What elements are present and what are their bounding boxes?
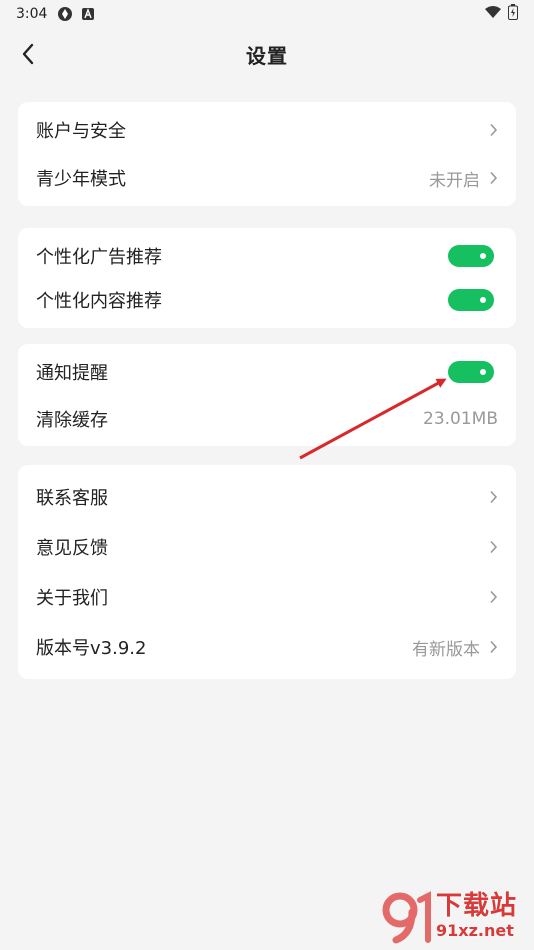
teen-mode-label: 青少年模式 — [36, 169, 126, 190]
chevron-right-icon — [484, 123, 498, 137]
content-recommend-toggle[interactable] — [448, 289, 494, 311]
contact-label: 联系客服 — [36, 488, 108, 509]
back-button[interactable] — [14, 40, 42, 68]
version-label: 版本号v3.9.2 — [36, 638, 147, 659]
page-title: 设置 — [246, 43, 288, 68]
toggle-knob — [480, 368, 486, 375]
status-bar: 3:04 — [0, 0, 534, 28]
app-notification-icon — [57, 6, 73, 22]
account-security-row[interactable]: 账户与安全 — [18, 106, 516, 154]
version-row[interactable]: 版本号v3.9.2 有新版本 — [18, 622, 516, 672]
header: 设置 — [0, 28, 534, 80]
feedback-row[interactable]: 意见反馈 — [18, 522, 516, 572]
about-card: 联系客服 意见反馈 关于我们 版本号v3.9.2 有新版本 — [18, 465, 516, 679]
notification-label: 通知提醒 — [36, 362, 108, 384]
content-recommend-label: 个性化内容推荐 — [36, 291, 162, 312]
keyboard-notification-icon — [81, 7, 95, 21]
feedback-label: 意见反馈 — [36, 538, 108, 559]
teen-mode-value: 未开启 — [429, 170, 480, 191]
clear-cache-row[interactable]: 清除缓存 23.01MB — [18, 395, 516, 442]
about-us-label: 关于我们 — [36, 588, 108, 609]
contact-row[interactable]: 联系客服 — [18, 472, 516, 522]
watermark-brand: 下载站 — [436, 891, 518, 921]
notification-toggle[interactable] — [448, 360, 494, 383]
general-card: 通知提醒 清除缓存 23.01MB — [18, 344, 516, 446]
watermark: 下载站 91xz.net — [378, 886, 528, 946]
chevron-right-icon — [484, 640, 498, 654]
ad-recommend-row: 个性化广告推荐 — [18, 234, 516, 278]
ad-recommend-label: 个性化广告推荐 — [36, 247, 162, 268]
toggle-knob — [480, 297, 486, 303]
account-security-label: 账户与安全 — [36, 121, 126, 142]
chevron-left-icon — [22, 43, 34, 65]
cache-size-value: 23.01MB — [423, 408, 498, 429]
recommend-card: 个性化广告推荐 个性化内容推荐 — [18, 228, 516, 328]
about-us-row[interactable]: 关于我们 — [18, 572, 516, 622]
status-right — [484, 4, 518, 24]
wifi-icon — [484, 5, 502, 23]
watermark-text: 下载站 91xz.net — [436, 891, 517, 941]
content-recommend-row: 个性化内容推荐 — [18, 278, 516, 322]
notification-row: 通知提醒 — [18, 348, 516, 395]
watermark-logo-icon — [378, 888, 434, 944]
ad-recommend-toggle[interactable] — [448, 245, 494, 267]
clear-cache-label: 清除缓存 — [36, 409, 108, 431]
toggle-knob — [480, 253, 486, 259]
watermark-url: 91xz.net — [436, 921, 514, 940]
chevron-right-icon — [484, 490, 498, 504]
chevron-right-icon — [484, 590, 498, 604]
chevron-right-icon — [484, 171, 498, 185]
teen-mode-row[interactable]: 青少年模式 未开启 — [18, 154, 516, 202]
battery-icon — [508, 4, 518, 24]
chevron-right-icon — [484, 540, 498, 554]
version-status: 有新版本 — [412, 639, 480, 660]
status-time: 3:04 — [16, 6, 48, 22]
account-card: 账户与安全 青少年模式 未开启 — [18, 102, 516, 206]
